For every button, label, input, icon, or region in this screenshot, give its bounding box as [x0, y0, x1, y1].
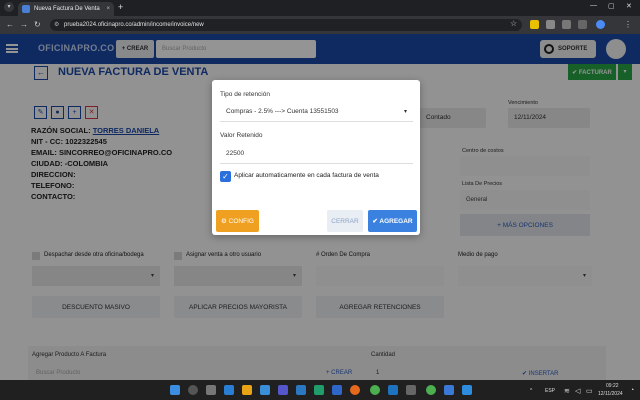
clock-date[interactable]: 12/11/2024: [598, 391, 623, 397]
bookmark-star-icon[interactable]: ☆: [510, 19, 517, 28]
app-icon[interactable]: [278, 385, 288, 395]
file-explorer-icon[interactable]: [242, 385, 252, 395]
browser-tab-bar: ▾ Nueva Factura De Venta × + — ▢ ✕: [0, 0, 640, 16]
valor-retenido-input[interactable]: 22500: [220, 144, 413, 164]
browser-tab[interactable]: Nueva Factura De Venta ×: [18, 2, 114, 16]
tab-close-icon[interactable]: ×: [106, 6, 110, 12]
wifi-icon[interactable]: ≋: [564, 387, 570, 395]
tab-title: Nueva Factura De Venta: [34, 6, 100, 12]
favicon-icon: [22, 5, 30, 13]
battery-icon[interactable]: ▭: [586, 387, 593, 395]
windows-start-icon[interactable]: [170, 385, 180, 395]
task-view-icon[interactable]: [206, 385, 216, 395]
notifications-icon[interactable]: ◔: [630, 387, 634, 394]
taskbar: ^ ESP ≋ ◁ ▭ 09:22 12/11/2024 ◔: [0, 380, 640, 400]
apply-auto-label: Aplicar automaticamente en cada factura …: [234, 172, 379, 179]
profile-avatar[interactable]: [596, 20, 605, 29]
language-indicator[interactable]: ESP: [545, 388, 555, 394]
app-icon[interactable]: [332, 385, 342, 395]
maximize-icon[interactable]: ▢: [608, 2, 615, 10]
address-bar[interactable]: ⚙ prueba2024.oficinapro.co/admin/income/…: [50, 19, 522, 31]
retencion-modal: Tipo de retención Compras - 2.5% ---> Cu…: [212, 80, 420, 235]
chrome-icon[interactable]: [370, 385, 380, 395]
firefox-icon[interactable]: [350, 385, 360, 395]
cerrar-button[interactable]: CERRAR: [327, 210, 363, 232]
browser-menu-icon[interactable]: ⋮: [624, 20, 632, 29]
edge-icon[interactable]: [224, 385, 234, 395]
url-text: prueba2024.oficinapro.co/admin/income/in…: [64, 22, 204, 28]
chrome-icon[interactable]: [426, 385, 436, 395]
apply-auto-checkbox[interactable]: ✓: [220, 171, 231, 182]
app-icon[interactable]: [406, 385, 416, 395]
site-info-icon[interactable]: ⚙: [54, 19, 59, 31]
extension-icon[interactable]: [530, 20, 539, 29]
agregar-button[interactable]: ✔ AGREGAR: [368, 210, 417, 232]
window-close-icon[interactable]: ✕: [626, 2, 632, 10]
tab-search-icon[interactable]: ▾: [4, 2, 14, 12]
reload-icon[interactable]: ↻: [34, 20, 41, 29]
clock-time[interactable]: 09:22: [606, 383, 619, 389]
app-icon[interactable]: [260, 385, 270, 395]
config-button[interactable]: ⚙ CONFIG: [216, 210, 259, 232]
chevron-up-icon[interactable]: ^: [530, 388, 532, 394]
back-icon[interactable]: ←: [6, 20, 14, 29]
extension-icon[interactable]: [546, 20, 555, 29]
modal-backdrop[interactable]: Tipo de retención Compras - 2.5% ---> Cu…: [0, 34, 640, 380]
app-icon[interactable]: [388, 385, 398, 395]
tipo-retencion-select[interactable]: Compras - 2.5% ---> Cuenta 13551503 ▾: [220, 102, 413, 122]
new-tab-icon[interactable]: +: [118, 2, 123, 12]
valor-retenido-label: Valor Retenido: [220, 132, 263, 139]
browser-toolbar: ← → ↻ ⚙ prueba2024.oficinapro.co/admin/i…: [0, 16, 640, 34]
app-icon[interactable]: [296, 385, 306, 395]
search-icon[interactable]: [188, 385, 198, 395]
minimize-icon[interactable]: —: [590, 2, 597, 9]
app-icon[interactable]: [462, 385, 472, 395]
extension-icon[interactable]: [562, 20, 571, 29]
app-icon[interactable]: [444, 385, 454, 395]
app-icon[interactable]: [314, 385, 324, 395]
chevron-down-icon: ▾: [403, 109, 407, 115]
tipo-retencion-value: Compras - 2.5% ---> Cuenta 13551503: [226, 108, 339, 115]
forward-icon[interactable]: →: [20, 20, 28, 29]
downloads-icon[interactable]: [578, 20, 587, 29]
tipo-retencion-label: Tipo de retención: [220, 91, 270, 98]
volume-icon[interactable]: ◁: [575, 387, 580, 395]
